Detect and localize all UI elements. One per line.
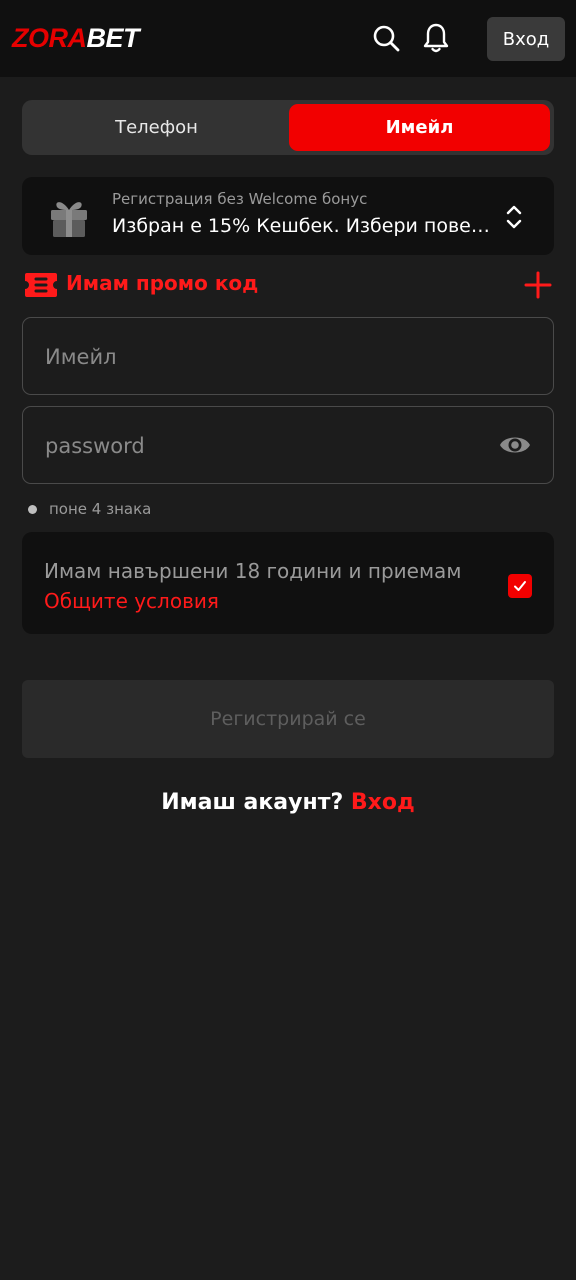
plus-icon[interactable]: [524, 271, 552, 299]
email-field: [22, 317, 554, 396]
tab-phone[interactable]: Телефон: [26, 104, 287, 151]
chevron-up-down-icon: [506, 205, 522, 229]
bonus-selected-value: Избран е 15% Кешбек. Избери повече бонус…: [112, 215, 496, 237]
register-button[interactable]: Регистрирай се: [22, 680, 554, 758]
header: ZORA BET Вход: [0, 0, 576, 77]
email-input[interactable]: [43, 318, 487, 396]
login-link[interactable]: Вход: [351, 790, 415, 815]
bell-icon[interactable]: [420, 22, 452, 54]
terms-checkbox[interactable]: [508, 574, 532, 598]
checkmark-icon: [514, 581, 526, 591]
gift-icon: [51, 202, 87, 237]
password-input[interactable]: [43, 407, 487, 485]
promo-code-label: Имам промо код: [66, 271, 259, 295]
promo-code-toggle[interactable]: Имам промо код: [24, 266, 552, 304]
search-icon[interactable]: [370, 22, 402, 54]
registration-method-tabs: Телефон Имейл: [22, 100, 554, 155]
account-prompt: Имаш акаунт? Вход: [0, 790, 576, 815]
terms-text-block: Имам навършени 18 години и приемам Общит…: [44, 556, 461, 616]
account-question: Имаш акаунт?: [161, 790, 344, 815]
terms-link[interactable]: Общите условия: [44, 586, 461, 616]
password-hint-text: поне 4 знака: [49, 500, 152, 518]
password-field: [22, 406, 554, 485]
logo-part-bet: BET: [86, 23, 140, 53]
logo-part-zora: ZORA: [12, 23, 87, 53]
login-button[interactable]: Вход: [487, 17, 565, 61]
terms-text: Имам навършени 18 години и приемам: [44, 559, 462, 583]
logo[interactable]: ZORA BET: [12, 22, 139, 54]
hint-bullet: [28, 504, 37, 514]
password-hint: поне 4 знака: [28, 500, 151, 518]
terms-agreement: Имам навършени 18 години и приемам Общит…: [22, 532, 554, 634]
ticket-icon: [25, 273, 57, 297]
bonus-subtitle: Регистрация без Welcome бонус: [112, 190, 368, 208]
tab-email[interactable]: Имейл: [289, 104, 550, 151]
bonus-selector[interactable]: Регистрация без Welcome бонус Избран е 1…: [22, 177, 554, 255]
eye-icon[interactable]: [499, 431, 531, 459]
